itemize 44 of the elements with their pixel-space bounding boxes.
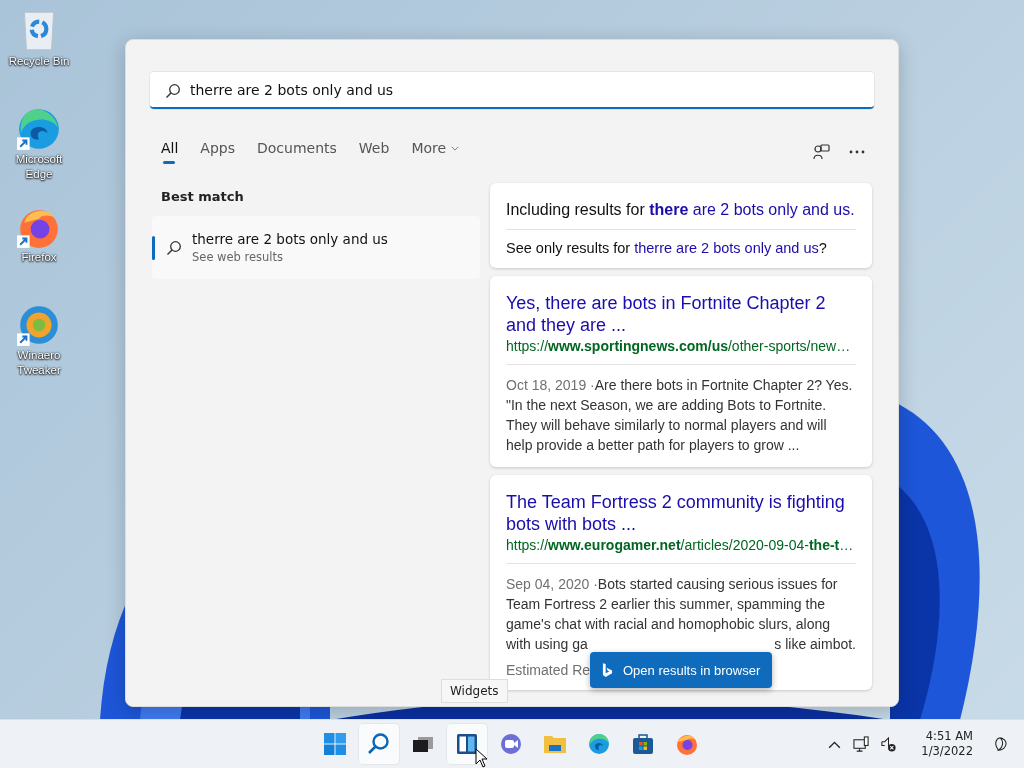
feedback-icon[interactable]: [812, 143, 830, 161]
result-url: https://www.sportingnews.com/us/other-sports/new…: [506, 338, 852, 354]
original-query-link[interactable]: therre are 2 bots only and us: [634, 240, 819, 256]
edge-browser-icon: [587, 732, 611, 756]
original-query-note: See only results for therre are 2 bots only and us?: [506, 240, 828, 256]
b-logo-icon: [602, 662, 613, 678]
network-icon[interactable]: [853, 735, 871, 753]
best-match-item[interactable]: therre are 2 bots only and us See web results: [152, 216, 480, 279]
edge-browser-icon[interactable]: [16, 106, 62, 152]
filter-tab[interactable]: Apps: [200, 140, 235, 164]
result-snippet: Oct 18, 2019 ·Are there bots in Fortnite Chapter 2? Yes. "In the next Season, we are adding Bots to Fortnite. They will behave similarly to normal players and will help provide a better path for players to grow ...: [506, 376, 854, 455]
store-bag-icon: [631, 732, 655, 756]
widgets-button[interactable]: [447, 724, 487, 764]
search-button[interactable]: [359, 724, 399, 764]
cursor-icon: [475, 748, 487, 768]
video-chat-icon: [499, 732, 523, 756]
volume-muted-icon[interactable]: [880, 735, 898, 753]
filter-tab[interactable]: Documents: [257, 140, 337, 164]
match-subtitle: See web results: [192, 250, 285, 264]
caret-icon: [451, 145, 460, 151]
filter-tab[interactable]: More: [411, 140, 460, 164]
filter-tab[interactable]: Web: [358, 140, 390, 164]
reading-time: Estimated Re: [506, 662, 591, 678]
fox-globe-icon: [675, 732, 699, 756]
spelling-note: Including results for there are 2 bots only and us.: [506, 201, 856, 219]
result-snippet: s like aimbot.: [774, 635, 856, 654]
result-title-link[interactable]: The Team Fortress 2 community is fighting bots with bots ...: [506, 491, 856, 535]
corrected-query-link[interactable]: there are 2 bots only and us.: [649, 201, 855, 218]
search-icon: [166, 239, 182, 256]
result-snippet: with using ga: [506, 635, 588, 654]
match-title: therre are 2 bots only and us: [192, 231, 388, 247]
open-in-browser-button[interactable]: Open results in browser: [590, 652, 773, 688]
section-heading: Best match: [161, 189, 245, 204]
widgets-icon: [455, 732, 479, 756]
clock-time[interactable]: 4:51 AM: [925, 729, 973, 744]
search-field[interactable]: therre are 2 bots only and us: [150, 72, 874, 109]
result-title-link[interactable]: Yes, there are bots in Fortnite Chapter 2 and they are ...: [506, 292, 856, 336]
result-url: https://www.eurogamer.net/articles/2020-09-04-the-t…: [506, 537, 855, 553]
clock-date[interactable]: 1/3/2022: [921, 744, 973, 759]
filter-tab[interactable]: All: [161, 140, 179, 164]
tooltip: Widgets: [441, 679, 508, 703]
windows-logo-icon: [323, 732, 347, 756]
search-icon: [165, 83, 181, 99]
search-icon: [367, 732, 391, 756]
